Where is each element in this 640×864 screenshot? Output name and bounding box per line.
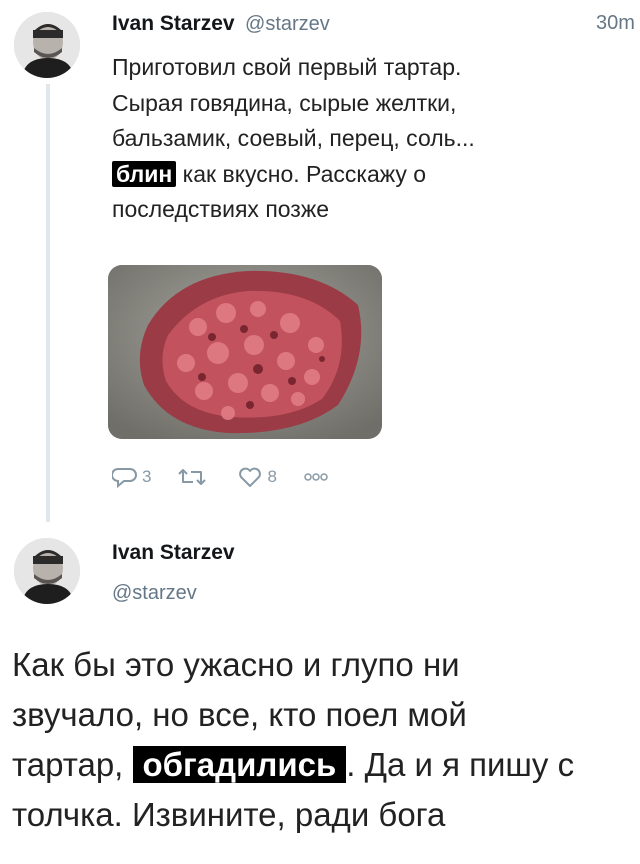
author-handle[interactable]: @starzev bbox=[245, 13, 330, 35]
more-button[interactable] bbox=[303, 472, 329, 482]
thread-line bbox=[46, 84, 50, 522]
tweet-2-text: Как бы это ужасно и глупо ни звучало, но… bbox=[12, 640, 640, 840]
like-icon bbox=[239, 467, 262, 487]
author-name[interactable]: Ivan Starzev bbox=[112, 541, 235, 565]
author-handle[interactable]: @starzev bbox=[112, 582, 197, 605]
tweet-text-line: Приготовил свой первый тартар. bbox=[112, 54, 462, 80]
retweet-icon bbox=[178, 469, 207, 485]
tweet-text-line: блин как вкусно. Расскажу о bbox=[112, 157, 632, 193]
avatar[interactable] bbox=[14, 538, 80, 604]
retweet-button[interactable] bbox=[177, 466, 211, 488]
tweet-1-text: Приготовил свой первый тартар. Сырая гов… bbox=[112, 50, 632, 228]
censored-word: обгадились bbox=[132, 746, 347, 783]
tweet-text-line: последствиях позже bbox=[112, 196, 330, 222]
reply-icon bbox=[112, 468, 137, 488]
author-name[interactable]: Ivan Starzev bbox=[112, 12, 235, 35]
like-button[interactable]: 8 bbox=[237, 466, 277, 488]
reply-count: 3 bbox=[142, 467, 152, 486]
tweet-text-fragment: . Да и я пишу с bbox=[346, 746, 575, 783]
tweet-text-line: звучало, но все, кто поел мой bbox=[12, 696, 467, 733]
avatar[interactable] bbox=[14, 12, 80, 78]
tweet-actions: 3 8 bbox=[112, 462, 355, 492]
tweet-media-photo[interactable] bbox=[108, 265, 382, 439]
tweet-timestamp[interactable]: 30m bbox=[596, 12, 635, 35]
more-icon bbox=[304, 473, 328, 481]
tweet-text-line: Как бы это ужасно и глупо ни bbox=[12, 646, 460, 683]
tweet-text-fragment: тартар, bbox=[12, 746, 133, 783]
like-count: 8 bbox=[267, 467, 277, 486]
censored-word: блин bbox=[112, 160, 177, 187]
tweet-text-fragment: как вкусно. Расскажу о bbox=[176, 160, 427, 187]
tweet-1: Ivan Starzev @starzev 30m Приготовил сво… bbox=[0, 0, 640, 522]
reply-button[interactable]: 3 bbox=[112, 466, 151, 488]
tweet-text-line: тартар, обгадились. Да и я пишу с bbox=[12, 740, 640, 790]
tweet-1-header: Ivan Starzev @starzev bbox=[112, 12, 330, 36]
tweet-text-line: Сырая говядина, сырые желтки, bbox=[112, 89, 457, 116]
tweet-text-line: толчка. Извините, ради бога bbox=[12, 796, 446, 833]
tweet-text-line: бальзамик, соевый, перец, соль... bbox=[112, 125, 475, 151]
